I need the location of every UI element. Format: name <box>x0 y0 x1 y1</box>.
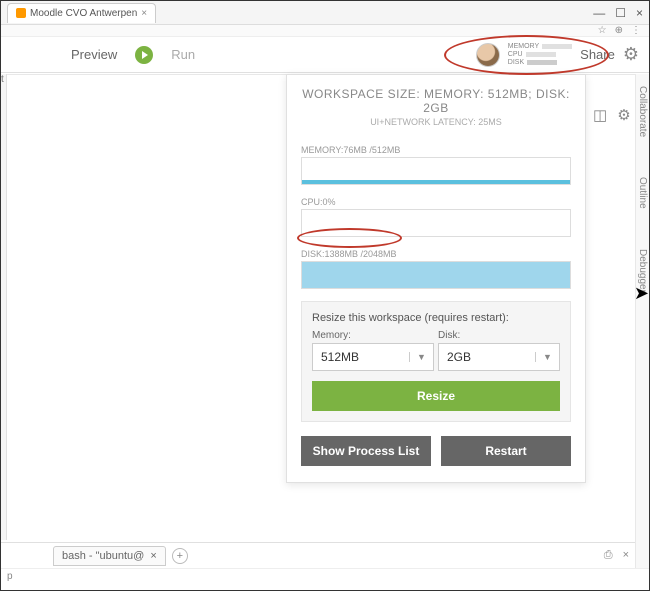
cpu-meter <box>301 209 571 237</box>
popout-icon[interactable]: ◫ <box>593 106 607 124</box>
tab-outline[interactable]: Outline <box>637 177 648 209</box>
panel-title: WORKSPACE SIZE: MEMORY: 512MB; DISK: 2GB <box>301 87 571 115</box>
chevron-down-icon: ▼ <box>535 352 559 362</box>
cpu-label: CPU:0% <box>301 197 571 207</box>
mini-cpu-bar <box>526 52 556 57</box>
gear-icon[interactable]: ⚙ <box>623 44 639 65</box>
close-icon[interactable]: × <box>636 6 643 20</box>
browser-tab[interactable]: Moodle CVO Antwerpen × <box>7 3 156 23</box>
memory-select[interactable]: 512MB ▼ <box>312 343 434 371</box>
run-button[interactable]: Run <box>171 47 195 62</box>
disk-meter <box>301 261 571 289</box>
browser-chrome: Moodle CVO Antwerpen × — ☐ × <box>1 1 649 25</box>
zoom-icon[interactable]: ⊕ <box>615 25 623 36</box>
show-process-button[interactable]: Show Process List <box>301 436 431 466</box>
stats-mini[interactable]: MEMORY CPU DISK <box>508 43 572 67</box>
disk-select[interactable]: 2GB ▼ <box>438 343 560 371</box>
chevron-down-icon: ▼ <box>409 352 433 362</box>
mini-memory-bar <box>542 44 572 49</box>
memory-select-value: 512MB <box>313 350 409 364</box>
play-icon[interactable] <box>135 46 153 64</box>
app-toolbar: Preview Run MEMORY CPU DISK Share ⚙ <box>1 37 649 73</box>
latency-text: UI+NETWORK LATENCY: 25MS <box>301 117 571 127</box>
add-terminal-button[interactable]: + <box>172 548 188 564</box>
avatar[interactable] <box>476 43 500 67</box>
favicon-icon <box>16 8 26 18</box>
restart-button[interactable]: Restart <box>441 436 571 466</box>
settings-gear-icon[interactable]: ⚙ <box>617 106 630 124</box>
disk-fill <box>302 262 570 288</box>
status-text: p <box>7 571 13 582</box>
memory-select-label: Memory: <box>312 330 434 341</box>
terminal-tab-close-icon[interactable]: × <box>150 550 156 562</box>
minimize-icon[interactable]: — <box>593 6 605 20</box>
workspace-panel: WORKSPACE SIZE: MEMORY: 512MB; DISK: 2GB… <box>286 74 586 483</box>
memory-meter <box>301 157 571 185</box>
address-bar: ☆ ⊕ ⋮ <box>1 25 649 37</box>
window-controls: — ☐ × <box>593 6 643 20</box>
resize-title: Resize this workspace (requires restart)… <box>312 312 560 324</box>
disk-label: DISK:1388MB /2048MB <box>301 249 571 259</box>
tab-collaborate[interactable]: Collaborate <box>637 86 648 137</box>
resize-box: Resize this workspace (requires restart)… <box>301 301 571 422</box>
right-sidebar: Collaborate Outline Debugger <box>635 74 649 590</box>
tab-title: Moodle CVO Antwerpen <box>30 8 137 19</box>
close-terminal-icon[interactable]: × <box>623 549 629 562</box>
preview-button[interactable]: Preview <box>71 47 117 62</box>
cursor-icon: ➤ <box>634 283 649 304</box>
mini-disk-label: DISK <box>508 59 524 67</box>
terminal-tab[interactable]: bash - "ubuntu@ × <box>53 546 166 566</box>
menu-icon[interactable]: ⋮ <box>631 25 641 36</box>
memory-label: MEMORY:76MB /512MB <box>301 145 571 155</box>
panel-header-icons: ◫ ⚙ <box>593 106 631 124</box>
resize-button[interactable]: Resize <box>312 381 560 411</box>
star-icon[interactable]: ☆ <box>598 25 607 36</box>
restore-icon[interactable]: ☐ <box>615 6 626 20</box>
mini-disk-bar <box>527 60 557 65</box>
terminal-tab-label: bash - "ubuntu@ <box>62 550 144 562</box>
status-bar: p <box>1 568 649 590</box>
tab-close-icon[interactable]: × <box>141 8 147 19</box>
disk-select-label: Disk: <box>438 330 560 341</box>
printer-icon[interactable]: ⎙ <box>604 549 613 562</box>
share-button[interactable]: Share <box>580 47 615 62</box>
terminal-tabs: bash - "ubuntu@ × + ⎙ × <box>1 542 635 568</box>
left-pane-edge: t <box>1 74 7 540</box>
disk-select-value: 2GB <box>439 350 535 364</box>
mini-cpu-label: CPU <box>508 51 523 59</box>
memory-fill <box>302 180 570 184</box>
mini-memory-label: MEMORY <box>508 43 539 51</box>
